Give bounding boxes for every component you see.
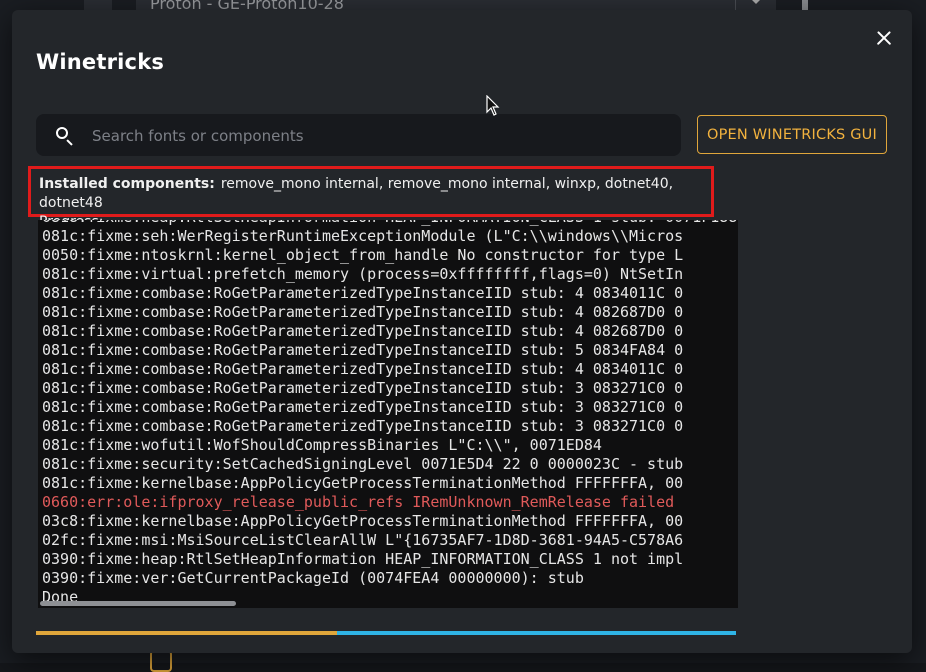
background-sidebar-edge <box>84 0 112 10</box>
progress-bar-fill <box>36 631 337 635</box>
log-line: 081c:fixme:combase:RoGetParameterizedTyp… <box>42 284 684 302</box>
log-line: 0660:err:ole:ifproxy_release_public_refs… <box>42 493 675 511</box>
log-line: 081c:fixme:combase:RoGetParameterizedTyp… <box>42 360 684 378</box>
log-line: 0050:fixme:ntoskrnl:kernel_object_from_h… <box>42 246 684 264</box>
horizontal-scrollbar[interactable] <box>40 601 236 606</box>
log-line: 081c:fixme:combase:RoGetParameterizedTyp… <box>42 379 684 397</box>
dialog-title: Winetricks <box>36 50 165 74</box>
log-line: 081c:fixme:combase:RoGetParameterizedTyp… <box>42 398 684 416</box>
log-line: 0390:fixme:heap:RtlSetHeapInformation HE… <box>42 550 684 568</box>
log-line: 081c:fixme:combase:RoGetParameterizedTyp… <box>42 303 684 321</box>
log-line: 081c:fixme:combase:RoGetParameterizedTyp… <box>42 341 684 359</box>
installed-components-label: Installed components: <box>39 176 215 192</box>
close-icon[interactable] <box>872 26 896 50</box>
log-line: 0818:fixme:heap:RtlSetHeapInformation HE… <box>42 220 738 227</box>
installed-components-status: Installed components: remove_mono interna… <box>28 166 714 230</box>
search-box <box>36 114 681 158</box>
search-input[interactable] <box>90 114 664 158</box>
log-line: 081c:fixme:combase:RoGetParameterizedTyp… <box>42 417 684 435</box>
log-line: 081c:fixme:security:SetCachedSigningLeve… <box>42 455 684 473</box>
winetricks-dialog: Winetricks OPEN WINETRICKS GUI Installed… <box>12 10 912 653</box>
log-line: 081c:fixme:combase:RoGetParameterizedTyp… <box>42 322 684 340</box>
search-icon <box>56 127 68 139</box>
mouse-cursor-icon <box>486 95 500 116</box>
log-line: 0390:fixme:ver:GetCurrentPackageId (0074… <box>42 569 584 587</box>
log-line: 081c:fixme:wofutil:WofShouldCompressBina… <box>42 436 602 454</box>
log-lines: 0818:fixme:heap:RtlSetHeapInformation HE… <box>42 220 738 607</box>
checkbox-icon <box>150 650 172 672</box>
log-line: 081c:fixme:seh:WerRegisterRuntimeExcepti… <box>42 227 684 245</box>
log-console[interactable]: 0818:fixme:heap:RtlSetHeapInformation HE… <box>38 220 738 608</box>
log-line: 081c:fixme:virtual:prefetch_memory (proc… <box>42 265 684 283</box>
log-line: 03c8:fixme:kernelbase:AppPolicyGetProces… <box>42 512 684 530</box>
log-line: 02fc:fixme:msi:MsiSourceListClearAllW L"… <box>42 531 684 549</box>
background-scrollbar <box>802 0 808 10</box>
log-line: 081c:fixme:kernelbase:AppPolicyGetProces… <box>42 474 684 492</box>
open-winetricks-gui-button[interactable]: OPEN WINETRICKS GUI <box>697 115 887 154</box>
progress-bar <box>36 631 736 635</box>
